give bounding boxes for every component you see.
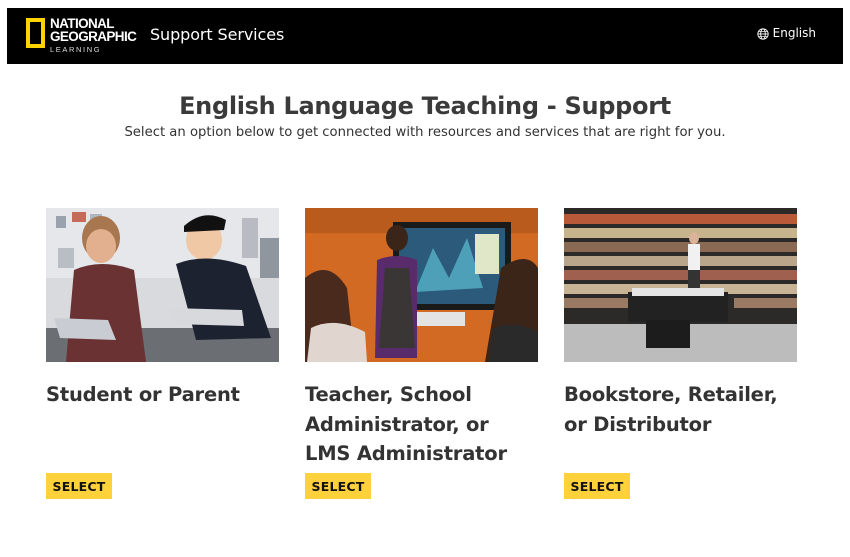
card-title: Student or Parent: [46, 383, 240, 406]
page-subtitle: Select an option below to get connected …: [124, 125, 726, 140]
card-title: Teacher, School Administrator, or LMS Ad…: [305, 383, 507, 465]
select-bookstore-button[interactable]: SELECT: [564, 473, 630, 499]
students-with-laptop-photo: [46, 208, 279, 362]
teacher-classroom-photo: [305, 208, 538, 362]
site-header: NATIONAL GEOGRAPHIC LEARNING Support Ser…: [7, 8, 843, 64]
card-teacher-administrator: Teacher, School Administrator, or LMS Ad…: [305, 208, 538, 499]
globe-icon: [757, 28, 769, 40]
language-selector[interactable]: English: [757, 26, 816, 40]
select-student-parent-button[interactable]: SELECT: [46, 473, 112, 499]
card-student-parent: Student or Parent SELECT: [46, 208, 279, 499]
language-label: English: [772, 26, 816, 40]
header-title[interactable]: Support Services: [150, 25, 284, 44]
card-title: Bookstore, Retailer, or Distributor: [564, 383, 778, 436]
logo-text: NATIONAL GEOGRAPHIC LEARNING: [50, 16, 137, 54]
page-title: English Language Teaching - Support: [179, 92, 671, 120]
select-teacher-button[interactable]: SELECT: [305, 473, 371, 499]
card-bookstore-retailer: Bookstore, Retailer, or Distributor SELE…: [564, 208, 797, 499]
national-geographic-learning-logo[interactable]: NATIONAL GEOGRAPHIC LEARNING: [26, 16, 137, 54]
bookstore-photo: [564, 208, 797, 362]
logo-yellow-border: [26, 18, 45, 48]
